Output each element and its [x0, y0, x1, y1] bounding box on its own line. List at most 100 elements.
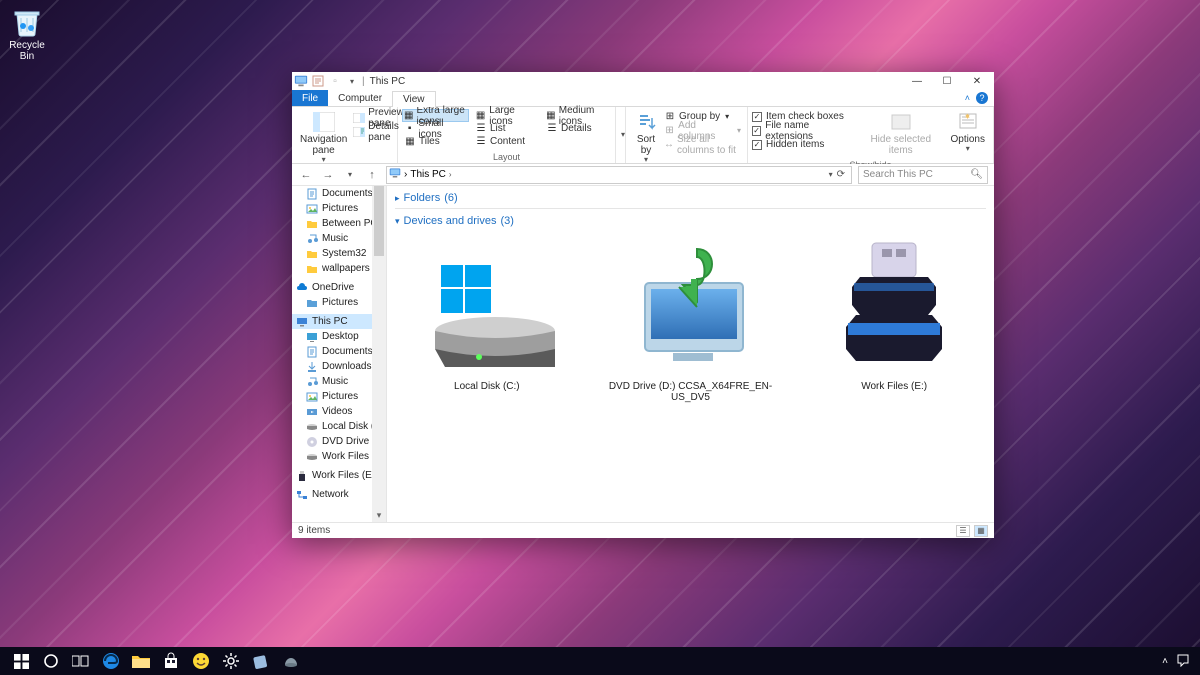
- medium-icons-icon: ▦: [546, 110, 556, 122]
- help-icon[interactable]: ?: [976, 92, 988, 104]
- options-button[interactable]: Options ▾: [947, 109, 989, 156]
- navigation-tree[interactable]: DocumentsPicturesBetween PCsMusicSystem3…: [292, 186, 387, 522]
- address-dropdown-icon[interactable]: ▾: [829, 170, 833, 179]
- drive-work-files-e[interactable]: Work Files (E:): [806, 235, 982, 403]
- layout-large-icons[interactable]: ▦Large icons: [473, 109, 540, 122]
- navigation-pane-button[interactable]: Navigation pane ▾: [296, 109, 351, 167]
- search-icon: 🔍︎: [970, 169, 983, 180]
- cortana-search-button[interactable]: [36, 647, 66, 675]
- nav-item-label: Network: [312, 489, 349, 500]
- sort-by-button[interactable]: Sort by ▾: [630, 109, 662, 167]
- hide-selected-icon: [889, 111, 913, 133]
- folder-b-icon: [306, 297, 318, 309]
- properties-quick-icon[interactable]: [311, 74, 325, 88]
- net-icon: [296, 489, 308, 501]
- taskbar-settings-icon[interactable]: [216, 647, 246, 675]
- file-name-extensions-checkbox[interactable]: ✓File name extensions: [752, 124, 851, 137]
- main-content[interactable]: ▸ Folders (6) ▾ Devices and drives (3): [387, 186, 994, 522]
- recycle-bin-label: Recycle Bin: [2, 40, 52, 62]
- nav-item-label: Work Files (E:): [312, 470, 378, 481]
- status-text: 9 items: [298, 525, 330, 536]
- tab-computer[interactable]: Computer: [328, 90, 392, 106]
- size-columns-icon: ↔: [664, 139, 674, 151]
- thispc-icon: [294, 74, 308, 88]
- search-input[interactable]: Search This PC 🔍︎: [858, 166, 988, 184]
- nav-item-label: This PC: [312, 316, 348, 327]
- pic-icon: [306, 203, 318, 215]
- dvd-icon: [306, 436, 318, 448]
- nav-recent-dropdown[interactable]: ▾: [342, 167, 358, 183]
- scroll-down-icon[interactable]: ▾: [372, 508, 386, 522]
- tab-file[interactable]: File: [292, 90, 328, 106]
- layout-details[interactable]: ☰Details: [544, 122, 611, 135]
- nav-item-label: wallpapers: [322, 263, 370, 274]
- nav-item-label: System32: [322, 248, 366, 259]
- nav-item-label: Documents: [322, 346, 373, 357]
- taskbar-store-icon[interactable]: [156, 647, 186, 675]
- nav-up-button[interactable]: ↑: [364, 167, 380, 183]
- layout-small-icons[interactable]: ▪Small icons: [402, 122, 469, 135]
- nav-item-label: Music: [322, 376, 348, 387]
- titlebar[interactable]: ▫ ▾ | This PC — ☐ ✕: [292, 72, 994, 90]
- tray-chevron-up-icon[interactable]: ˄: [1162, 656, 1168, 667]
- address-bar[interactable]: › This PC› ▾ ⟳: [386, 166, 852, 184]
- layout-content[interactable]: ☰Content: [473, 135, 540, 148]
- collapse-ribbon-icon[interactable]: ˄: [965, 93, 970, 103]
- small-icons-icon: ▪: [404, 123, 415, 135]
- maximize-button[interactable]: ☐: [932, 72, 962, 90]
- taskbar-edge-icon[interactable]: [96, 647, 126, 675]
- status-bar: 9 items ☰ ▦: [292, 522, 994, 538]
- layout-more-dropdown[interactable]: ▾: [616, 107, 626, 163]
- taskbar-app2-icon[interactable]: [276, 647, 306, 675]
- pic-icon: [306, 391, 318, 403]
- group-header-devices[interactable]: ▾ Devices and drives (3): [395, 213, 986, 229]
- folder-y-icon: [306, 218, 318, 230]
- nav-item-label: Videos: [322, 406, 352, 417]
- start-button[interactable]: [6, 647, 36, 675]
- minimize-button[interactable]: —: [902, 72, 932, 90]
- task-view-button[interactable]: [66, 647, 96, 675]
- layout-list[interactable]: ☰List: [473, 122, 540, 135]
- nav-item-label: Desktop: [322, 331, 359, 342]
- recycle-bin-desktop-icon[interactable]: Recycle Bin: [2, 6, 52, 62]
- doc-icon: [306, 346, 318, 358]
- drive-local-disk-c[interactable]: Local Disk (C:): [399, 235, 575, 403]
- list-icon: ☰: [475, 123, 487, 135]
- qat-new-folder-icon[interactable]: ▫: [328, 74, 342, 88]
- nav-item-label: Pictures: [322, 391, 358, 402]
- layout-medium-icons[interactable]: ▦Medium icons: [544, 109, 611, 122]
- cloud-icon: [296, 282, 308, 294]
- tray-action-center-icon[interactable]: [1176, 653, 1190, 670]
- local-disk-icon: [417, 235, 557, 375]
- add-columns-icon: ⊞: [664, 125, 675, 137]
- taskbar-emoji-app-icon[interactable]: [186, 647, 216, 675]
- window-title: This PC: [370, 76, 406, 87]
- status-details-view-icon[interactable]: ☰: [956, 525, 970, 537]
- pc-icon: [296, 316, 308, 328]
- details-icon: ☰: [546, 123, 558, 135]
- chevron-down-icon: ▾: [395, 216, 400, 227]
- status-large-icons-view-icon[interactable]: ▦: [974, 525, 988, 537]
- qat-dropdown-icon[interactable]: ▾: [345, 74, 359, 88]
- taskbar-file-explorer-icon[interactable]: [126, 647, 156, 675]
- extra-large-icons-icon: ▦: [404, 110, 413, 122]
- dvd-drive-icon: [621, 235, 761, 375]
- ribbon: Navigation pane ▾ Preview pane Details p…: [292, 107, 994, 164]
- music-icon: [306, 233, 318, 245]
- taskbar-app1-icon[interactable]: [246, 647, 276, 675]
- close-button[interactable]: ✕: [962, 72, 992, 90]
- breadcrumb-thispc[interactable]: This PC›: [410, 169, 451, 180]
- hidden-items-checkbox[interactable]: ✓Hidden items: [752, 138, 851, 151]
- music-icon: [306, 376, 318, 388]
- navigation-pane-icon: [312, 111, 336, 133]
- refresh-icon[interactable]: ⟳: [837, 169, 845, 180]
- tab-view[interactable]: View: [392, 91, 436, 107]
- breadcrumb-root-caret[interactable]: ›: [404, 169, 407, 180]
- options-icon: [956, 111, 980, 133]
- drive-dvd-d[interactable]: DVD Drive (D:) CCSA_X64FRE_EN-US_DV5: [603, 235, 779, 403]
- group-header-folders[interactable]: ▸ Folders (6): [395, 190, 986, 206]
- nav-back-button[interactable]: ←: [298, 167, 314, 183]
- nav-scrollbar[interactable]: ▾: [372, 186, 386, 522]
- layout-tiles[interactable]: ▦Tiles: [402, 135, 469, 148]
- details-pane-icon: [353, 126, 365, 138]
